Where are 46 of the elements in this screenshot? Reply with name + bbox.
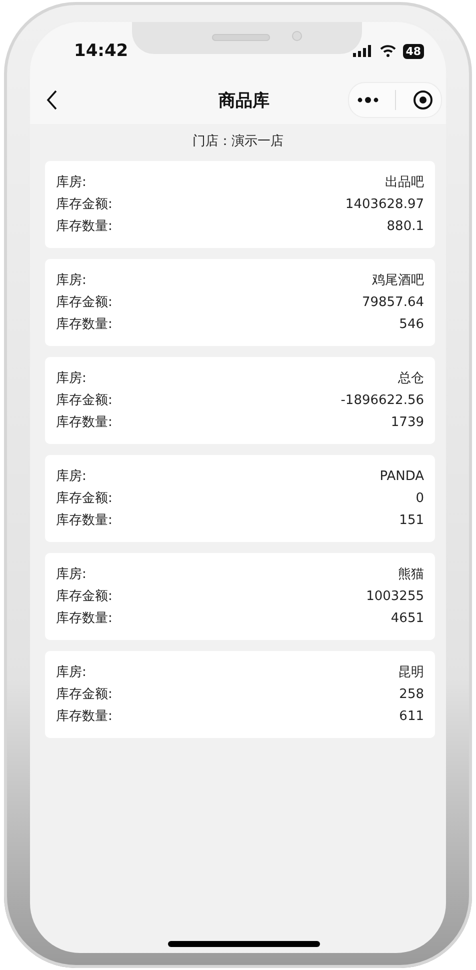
field-value: 总仓 bbox=[398, 370, 424, 388]
status-time: 14:42 bbox=[74, 41, 128, 61]
field-value: 151 bbox=[399, 512, 424, 530]
field-label: 库存金额: bbox=[56, 294, 112, 312]
wifi-icon bbox=[380, 45, 396, 57]
field-value: 1003255 bbox=[366, 588, 424, 606]
field-value: 880.1 bbox=[386, 218, 424, 236]
speaker-icon bbox=[212, 34, 270, 41]
field-label: 库存数量: bbox=[56, 610, 112, 628]
field-label: 库存数量: bbox=[56, 414, 112, 432]
field-label: 库存金额: bbox=[56, 196, 112, 214]
field-label: 库房: bbox=[56, 664, 86, 682]
field-label: 库存金额: bbox=[56, 392, 112, 410]
field-value: 1739 bbox=[390, 414, 424, 432]
field-value: PANDA bbox=[380, 468, 424, 486]
field-label: 库存数量: bbox=[56, 316, 112, 334]
field-label: 库房: bbox=[56, 468, 86, 486]
field-value: 出品吧 bbox=[385, 174, 424, 192]
field-value: 546 bbox=[399, 316, 424, 334]
field-value: 0 bbox=[416, 490, 424, 508]
field-label: 库存金额: bbox=[56, 490, 112, 508]
field-label: 库存金额: bbox=[56, 686, 112, 704]
page-title: 商品库 bbox=[218, 90, 270, 112]
back-icon[interactable] bbox=[46, 90, 58, 110]
field-value: 4651 bbox=[390, 610, 424, 628]
signal-icon bbox=[352, 45, 373, 57]
field-value: 1403628.97 bbox=[345, 196, 424, 214]
field-label: 库房: bbox=[56, 174, 86, 192]
field-label: 库房: bbox=[56, 272, 86, 290]
field-value: 611 bbox=[399, 708, 424, 726]
field-value: 熊猫 bbox=[398, 566, 424, 584]
battery-level: 48 bbox=[402, 44, 424, 58]
field-value: 昆明 bbox=[398, 664, 424, 682]
store-label: 门店：演示一店 bbox=[192, 133, 284, 151]
field-label: 库存金额: bbox=[56, 588, 112, 606]
field-value: 79857.64 bbox=[362, 294, 424, 312]
field-label: 库房: bbox=[56, 370, 86, 388]
field-value: 鸡尾酒吧 bbox=[372, 272, 424, 290]
field-value: -1896622.56 bbox=[340, 392, 424, 410]
field-value: 258 bbox=[399, 686, 424, 704]
field-label: 库房: bbox=[56, 566, 86, 584]
camera-icon bbox=[292, 31, 302, 41]
field-label: 库存数量: bbox=[56, 708, 112, 726]
field-label: 库存数量: bbox=[56, 512, 112, 530]
more-icon[interactable] bbox=[357, 96, 380, 104]
field-label: 库存数量: bbox=[56, 218, 112, 236]
